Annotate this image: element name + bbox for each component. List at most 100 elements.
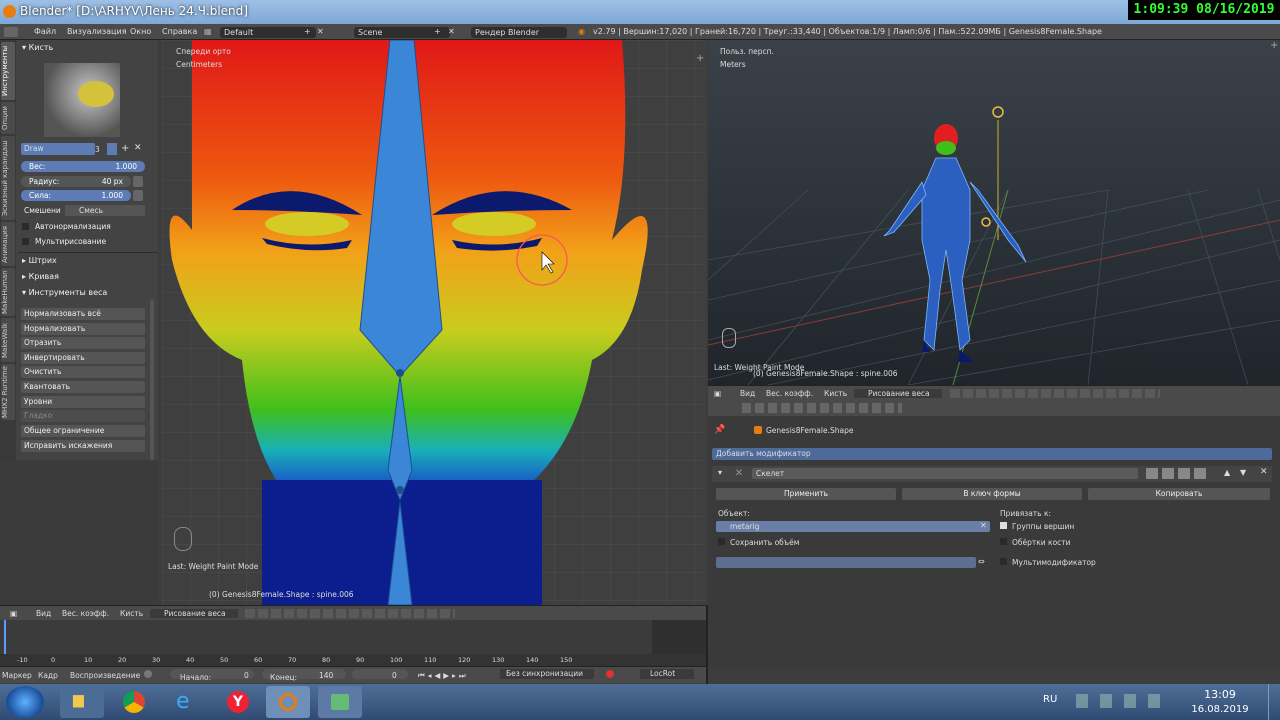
playback-controls[interactable]: ⏮◂◀▶▸⏭ bbox=[418, 671, 469, 681]
auto-keying-record-icon[interactable] bbox=[606, 670, 614, 678]
editor-type-icon[interactable]: ▣ bbox=[714, 389, 721, 398]
editor-type-icon[interactable] bbox=[4, 27, 18, 37]
invert-vertex-group-icon[interactable]: ⇔ bbox=[978, 557, 985, 566]
end-frame-field[interactable]: Конец: bbox=[262, 669, 346, 682]
quantize-button[interactable]: Квантовать bbox=[21, 381, 145, 393]
copy-modifier-button[interactable]: Копировать bbox=[1088, 488, 1270, 500]
vertex-group-field[interactable] bbox=[716, 557, 976, 568]
preview-range-icon[interactable] bbox=[144, 670, 152, 678]
layout-grid-icon[interactable]: ▦ bbox=[204, 27, 212, 36]
brush-name-field[interactable]: Draw bbox=[21, 143, 95, 155]
sync-mode-dropdown[interactable]: Без синхронизации bbox=[500, 669, 594, 679]
blend-mode-dropdown[interactable]: Смесь bbox=[65, 205, 145, 216]
curve-panel-header[interactable]: ▸ Кривая bbox=[22, 272, 59, 281]
viewport-front-ortho[interactable]: Спереди орто Centimeters Last: Weight Pa… bbox=[162, 40, 706, 605]
tab-makewalk[interactable]: MakeWalk bbox=[1, 318, 15, 362]
viewport-split-icon[interactable]: + bbox=[696, 53, 704, 64]
menu-file[interactable]: Файл bbox=[34, 27, 56, 36]
brush-preview-image[interactable] bbox=[44, 63, 120, 137]
tab-makehuman[interactable]: MakeHuman bbox=[1, 268, 15, 316]
blender-taskbar-icon[interactable] bbox=[266, 686, 310, 718]
weights-menu[interactable]: Вес. коэфф. bbox=[766, 389, 813, 398]
menu-render[interactable]: Визуализация bbox=[67, 27, 127, 36]
viewport-user-perspective[interactable]: Польз. персп. Meters Last: Weight Paint … bbox=[708, 40, 1280, 385]
new-brush-icon[interactable]: + bbox=[121, 143, 129, 154]
stroke-panel-header[interactable]: ▸ Штрих bbox=[22, 256, 57, 265]
vertex-groups-checkbox[interactable] bbox=[1000, 522, 1007, 529]
multi-modifier-checkbox[interactable] bbox=[1000, 558, 1007, 565]
multipaint-checkbox[interactable] bbox=[22, 238, 29, 245]
playback-menu[interactable]: Воспроизведение bbox=[70, 671, 140, 680]
viewport-shading-tools[interactable] bbox=[245, 609, 455, 618]
render-engine-selector[interactable]: Рендер Blender bbox=[471, 27, 567, 38]
radius-slider[interactable]: Радиус: 40 px bbox=[21, 176, 131, 187]
fake-user-toggle[interactable] bbox=[107, 143, 117, 155]
normalize-all-button[interactable]: Нормализовать всё bbox=[21, 308, 145, 320]
levels-button[interactable]: Уровни bbox=[21, 396, 145, 408]
brush-menu[interactable]: Кисть bbox=[120, 609, 143, 618]
smooth-button[interactable]: Гладко bbox=[21, 410, 145, 422]
strength-pressure-icon[interactable] bbox=[133, 190, 143, 201]
editor-type-icon[interactable]: ▣ bbox=[10, 609, 17, 618]
weight-slider[interactable]: Вес: 1.000 bbox=[21, 161, 145, 172]
viewport-shading-tools[interactable] bbox=[950, 389, 1160, 398]
tab-animation[interactable]: Анимация bbox=[1, 222, 15, 266]
add-scene-icon[interactable]: + bbox=[434, 27, 441, 36]
bone-envelopes-checkbox[interactable] bbox=[1000, 538, 1007, 545]
view-menu[interactable]: Вид bbox=[36, 609, 51, 618]
weights-menu[interactable]: Вес. коэфф. bbox=[62, 609, 109, 618]
autonormalize-checkbox[interactable] bbox=[22, 223, 29, 230]
clear-object-icon[interactable]: ✕ bbox=[980, 521, 987, 530]
system-tray-icons[interactable] bbox=[1076, 694, 1172, 708]
menu-help[interactable]: Справка bbox=[162, 27, 197, 36]
tab-tools[interactable]: Инструменты bbox=[1, 42, 15, 100]
collapse-modifier-icon[interactable]: ▾ bbox=[718, 468, 722, 477]
mode-dropdown[interactable]: Рисование веса bbox=[854, 389, 942, 398]
keying-set-dropdown[interactable]: LocRot bbox=[640, 669, 694, 679]
language-indicator[interactable]: RU bbox=[1043, 694, 1057, 705]
add-layout-icon[interactable]: + bbox=[304, 27, 311, 36]
radius-pressure-icon[interactable] bbox=[133, 176, 143, 187]
view-menu[interactable]: Вид bbox=[740, 389, 755, 398]
frame-menu[interactable]: Кадр bbox=[38, 671, 58, 680]
fix-deforms-button[interactable]: Исправить искажения bbox=[21, 440, 145, 452]
apply-button[interactable]: Применить bbox=[716, 488, 896, 500]
internet-explorer-icon[interactable]: e bbox=[164, 686, 208, 718]
marker-menu[interactable]: Маркер bbox=[2, 671, 32, 680]
chrome-icon[interactable] bbox=[112, 686, 156, 718]
file-explorer-icon[interactable]: ▆ bbox=[60, 686, 104, 718]
current-frame-field[interactable] bbox=[352, 669, 408, 679]
move-modifier-down-icon[interactable]: ▼ bbox=[1240, 468, 1246, 477]
start-button-icon[interactable] bbox=[6, 686, 44, 718]
strength-slider[interactable]: Сила: 1.000 bbox=[21, 190, 131, 201]
app-taskbar-icon[interactable] bbox=[318, 686, 362, 718]
pin-icon[interactable]: 📌 bbox=[714, 425, 725, 435]
timeline-editor[interactable]: -10 0 10 20 30 40 50 60 70 80 90 100 110… bbox=[0, 620, 706, 666]
show-desktop-button[interactable] bbox=[1268, 684, 1280, 720]
tab-grease-pencil[interactable]: Эскизный карандаш bbox=[1, 136, 15, 220]
tab-options[interactable]: Опции bbox=[1, 102, 15, 134]
remove-layout-icon[interactable]: ✕ bbox=[317, 27, 324, 36]
yandex-browser-icon[interactable]: Y bbox=[216, 686, 260, 718]
menu-window[interactable]: Окно bbox=[130, 27, 151, 36]
mirror-button[interactable]: Отразить bbox=[21, 337, 145, 349]
properties-context-tabs[interactable] bbox=[742, 403, 902, 413]
limit-total-button[interactable]: Общее ограничение bbox=[21, 425, 145, 437]
start-frame-field[interactable]: Начало: bbox=[170, 669, 254, 682]
preserve-volume-checkbox[interactable] bbox=[718, 538, 725, 545]
modifier-visibility-toggles[interactable] bbox=[1146, 468, 1210, 479]
tool-shelf-scrollbar[interactable] bbox=[150, 300, 154, 460]
mode-dropdown[interactable]: Рисование веса bbox=[150, 609, 238, 618]
modifier-name-field[interactable]: Скелет bbox=[752, 468, 1138, 479]
layout-selector[interactable]: Default bbox=[220, 27, 316, 38]
add-modifier-dropdown[interactable]: Добавить модификатор bbox=[712, 448, 1272, 460]
remove-modifier-icon[interactable]: ✕ bbox=[1260, 467, 1268, 477]
remove-scene-icon[interactable]: ✕ bbox=[448, 27, 455, 36]
unlink-brush-icon[interactable]: ✕ bbox=[134, 143, 142, 153]
move-modifier-up-icon[interactable]: ▲ bbox=[1224, 468, 1230, 477]
tab-mhx2-runtime[interactable]: MHX2 Runtime bbox=[1, 364, 15, 420]
viewport-split-icon[interactable]: + bbox=[1270, 40, 1278, 51]
clean-button[interactable]: Очистить bbox=[21, 366, 145, 378]
apply-as-shape-button[interactable]: В ключ формы bbox=[902, 488, 1082, 500]
normalize-button[interactable]: Нормализовать bbox=[21, 323, 145, 335]
